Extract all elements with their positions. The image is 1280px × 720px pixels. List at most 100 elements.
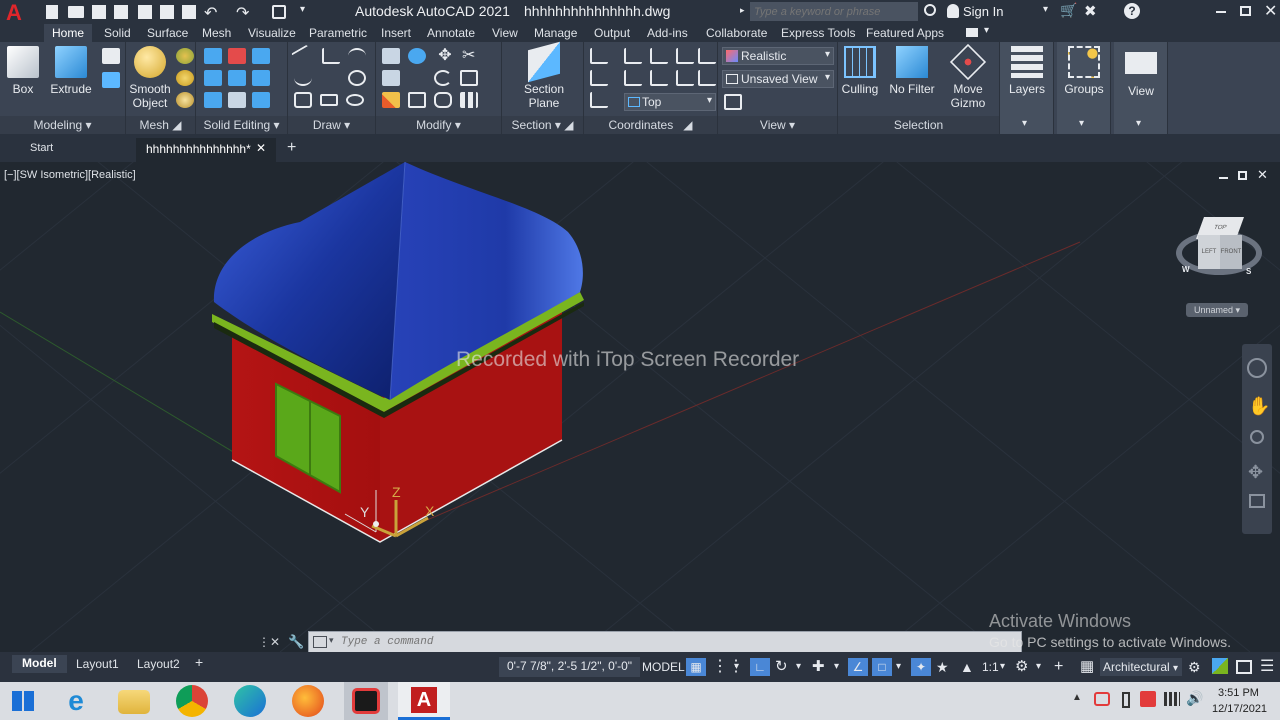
subtract-icon[interactable] — [228, 48, 246, 64]
zoom-icon[interactable] — [1250, 430, 1264, 444]
spline-icon[interactable] — [294, 70, 312, 86]
tab-output[interactable]: Output — [594, 26, 630, 40]
sign-in-button[interactable]: Sign In — [963, 4, 1003, 19]
circle-icon[interactable] — [348, 70, 366, 86]
layers-button[interactable]: Layers — [1006, 46, 1048, 96]
layout1-tab[interactable]: Layout1 — [76, 657, 119, 671]
tab-start[interactable]: Start — [22, 138, 132, 160]
ucs-z-icon[interactable] — [698, 70, 716, 86]
lock-ui-icon[interactable] — [1212, 658, 1228, 674]
polysolid-icon[interactable] — [102, 48, 120, 64]
tab-parametric[interactable]: Parametric — [309, 26, 367, 40]
volume-icon[interactable]: 🔊 — [1186, 690, 1203, 707]
array-grid-icon[interactable] — [460, 92, 478, 108]
save-web-icon[interactable] — [160, 5, 174, 19]
arc-icon[interactable] — [348, 48, 366, 64]
snap-toggle-icon[interactable]: ⋮⋮ — [712, 658, 744, 676]
ellipse-icon[interactable] — [346, 94, 364, 106]
polygon-icon[interactable] — [294, 92, 312, 108]
explode-icon[interactable] — [408, 92, 426, 108]
tab-featured-apps[interactable]: Featured Apps — [866, 26, 944, 40]
steering-wheel-icon[interactable] — [1247, 358, 1267, 378]
orbit-icon[interactable]: ✥ — [1248, 462, 1263, 483]
tab-drawing[interactable]: hhhhhhhhhhhhhhh* ✕ — [136, 138, 276, 162]
isodraft-icon[interactable]: ✚ — [812, 658, 825, 676]
interfere-icon[interactable] — [204, 70, 222, 86]
close-icon[interactable]: ✕ — [1264, 1, 1277, 21]
battery-icon[interactable] — [1122, 692, 1130, 708]
draw-panel-title[interactable]: Draw ▾ — [288, 116, 375, 134]
tab-surface[interactable]: Surface — [147, 26, 188, 40]
layout2-tab[interactable]: Layout2 — [137, 657, 180, 671]
annotation-monitor-icon[interactable]: + — [1054, 658, 1063, 676]
workspace-dropdown-icon[interactable]: ▾ — [1036, 658, 1041, 676]
ucs-view-icon[interactable] — [624, 70, 642, 86]
ortho-toggle-icon[interactable]: ∟ — [750, 658, 770, 676]
tab-collaborate[interactable]: Collaborate — [706, 26, 767, 40]
cart-icon[interactable]: 🛒 — [1060, 2, 1077, 19]
ucs-3point-icon[interactable] — [676, 48, 694, 64]
view-panel-title[interactable]: View ▾ — [718, 116, 837, 134]
open-file-icon[interactable] — [68, 6, 84, 18]
showmotion-icon[interactable] — [1249, 494, 1265, 508]
autocad-taskbar-icon[interactable]: A — [398, 682, 450, 720]
grid-toggle-icon[interactable]: ▦ — [686, 658, 706, 676]
mesh-crease-icon[interactable] — [176, 92, 194, 108]
pan-hand-icon[interactable]: ✋ — [1248, 396, 1270, 417]
box-button[interactable]: Box — [4, 46, 42, 96]
restore-icon[interactable] — [1240, 6, 1251, 16]
clock-time[interactable]: 3:51 PM — [1218, 687, 1259, 699]
tab-view[interactable]: View — [492, 26, 518, 40]
ribbon-toggle-icon[interactable] — [966, 28, 978, 37]
share-icon[interactable] — [272, 5, 286, 19]
coordinates-readout[interactable]: 0'-7 7/8", 2'-5 1/2", 0'-0" — [499, 657, 641, 677]
visual-style-dropdown[interactable]: Realistic ▾ — [722, 47, 834, 65]
close-tab-icon[interactable]: ✕ — [256, 141, 266, 155]
copy-icon[interactable] — [382, 48, 400, 64]
command-input[interactable] — [341, 634, 941, 650]
modify-panel-title[interactable]: Modify ▾ — [376, 116, 501, 134]
minimize-icon[interactable] — [1216, 11, 1226, 13]
tab-home[interactable]: Home — [44, 24, 93, 42]
chrome-icon[interactable] — [176, 685, 208, 717]
help-icon[interactable]: ? — [1124, 3, 1140, 19]
tab-visualize[interactable]: Visualize — [248, 26, 296, 40]
tab-manage[interactable]: Manage — [534, 26, 577, 40]
mirror-icon[interactable] — [460, 70, 478, 86]
viewport-restore-icon[interactable] — [1238, 171, 1247, 180]
osnap-dropdown-icon[interactable]: ▾ — [896, 658, 901, 676]
isodraft-dropdown-icon[interactable]: ▾ — [834, 658, 839, 676]
model-space-button[interactable]: MODEL — [642, 658, 685, 676]
mesh-panel-title[interactable]: Mesh ◢ — [126, 116, 195, 134]
slice-icon[interactable] — [228, 70, 246, 86]
customization-icon[interactable]: ☰ — [1260, 658, 1274, 676]
model-layout-tab[interactable]: Model — [12, 655, 67, 673]
fillet-icon[interactable] — [408, 48, 426, 64]
save-as-icon[interactable] — [114, 5, 128, 19]
intersect-icon[interactable] — [252, 48, 270, 64]
tray-recorder-icon[interactable] — [1094, 692, 1110, 706]
ucs-object-icon[interactable] — [650, 70, 668, 86]
recent-commands-icon[interactable] — [313, 636, 327, 648]
thicken-icon[interactable] — [252, 70, 270, 86]
windows-start-icon[interactable] — [12, 691, 34, 711]
ucs-icon-properties-icon[interactable] — [590, 92, 608, 108]
viewport-close-icon[interactable]: ✕ — [1257, 167, 1268, 183]
view-button[interactable]: View — [1120, 46, 1162, 98]
quick-properties-icon[interactable]: ⚙ — [1188, 658, 1201, 676]
search-icon[interactable] — [924, 4, 936, 16]
workspace-gear-icon[interactable]: ⚙ — [1015, 658, 1028, 676]
mesh-smooth-more-icon[interactable] — [176, 48, 194, 64]
firefox-icon[interactable] — [292, 685, 324, 717]
viewport-controls-label[interactable]: [−][SW Isometric][Realistic] — [4, 169, 136, 181]
view-tools-panel[interactable]: View ▾ — [1114, 42, 1168, 134]
object-snap-tracking-icon[interactable]: ∠ — [848, 658, 868, 676]
ucs-icon[interactable] — [590, 48, 608, 64]
tab-express-tools[interactable]: Express Tools — [781, 26, 855, 40]
isolate-objects-icon[interactable] — [1236, 660, 1252, 674]
units-icon[interactable]: ▦ — [1080, 658, 1094, 676]
scale-dropdown-icon[interactable]: ▾ — [1000, 658, 1005, 676]
no-filter-button[interactable]: No Filter — [886, 46, 938, 96]
culling-button[interactable]: Culling — [840, 46, 880, 96]
modeling-panel-title[interactable]: Modeling ▾ — [0, 116, 125, 134]
